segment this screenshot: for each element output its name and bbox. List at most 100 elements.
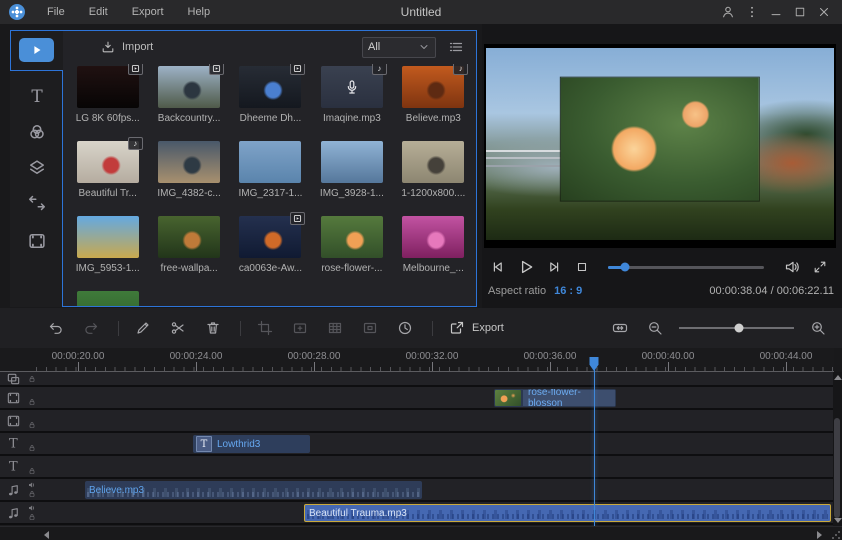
vertical-scrollbar[interactable] [833,372,842,526]
sidebar-tab-overlays[interactable] [26,157,48,179]
lock-icon[interactable] [28,398,36,406]
lock-icon[interactable] [28,421,36,429]
duration-button[interactable] [395,318,415,338]
timeline-clip[interactable]: Believe.mp3 [85,481,422,499]
resize-grip-icon[interactable] [831,530,840,539]
app-logo-icon [9,4,25,20]
media-filter-dropdown[interactable]: All [362,37,436,58]
scroll-up-arrow-icon[interactable] [834,375,842,380]
media-item[interactable]: Dheeme Dh... [233,64,307,139]
preview-panel: Aspect ratio 16 : 9 00:00:38.04 / 00:06:… [482,24,842,308]
next-frame-button[interactable] [542,257,566,277]
zoom-in-button[interactable] [808,318,828,338]
media-item[interactable]: IMG_3928-1... [315,139,389,214]
menu-edit[interactable]: Edit [77,6,120,18]
media-thumbnail [77,291,139,306]
timeline-track-pip[interactable] [0,372,834,387]
media-thumbnail [239,66,301,108]
playhead-line[interactable] [594,366,595,526]
fullscreen-button[interactable] [808,257,832,277]
stop-button[interactable] [570,257,594,277]
media-item[interactable]: IMG_2317-1... [233,139,307,214]
lock-icon[interactable] [28,513,36,521]
menu-export[interactable]: Export [120,6,176,18]
account-icon[interactable] [718,3,738,21]
seek-handle[interactable] [621,263,630,272]
media-item[interactable]: Melbourne_... [396,214,470,289]
media-item[interactable]: IMG_5953-1... [71,214,145,289]
horizontal-scrollbar[interactable] [0,526,842,540]
import-button[interactable]: Import [101,40,153,54]
list-view-button[interactable] [448,38,466,56]
sidebar: T [10,30,63,307]
scroll-left-arrow-icon[interactable] [44,531,49,539]
mosaic-button [325,318,345,338]
toolbar-separator [240,321,241,336]
sidebar-tab-transitions[interactable] [26,192,48,214]
zoom-button [290,318,310,338]
timeline-zoom-handle[interactable] [734,324,743,333]
note-track-icon [6,482,21,497]
lock-icon[interactable] [28,375,36,383]
aspect-ratio-value[interactable]: 16 : 9 [554,285,582,297]
timeline-track-text[interactable]: T [0,456,834,479]
speaker-icon[interactable] [28,504,36,512]
media-item[interactable]: ♪Believe.mp3 [396,64,470,139]
export-button[interactable]: Export [449,320,504,336]
seek-slider[interactable] [608,266,764,269]
scroll-down-arrow-icon[interactable] [834,518,842,523]
media-item[interactable]: ♪Beautiful Tr... [71,139,145,214]
play-button[interactable] [514,257,538,277]
sidebar-tab-elements[interactable] [26,230,48,252]
vertical-scroll-thumb[interactable] [834,418,840,518]
preview-pip-overlay[interactable] [561,78,759,201]
media-item[interactable]: ca0063e-Aw... [233,214,307,289]
panel-border-left [10,30,11,71]
media-item[interactable]: Backcountry... [152,64,226,139]
fit-timeline-button[interactable] [610,318,630,338]
timeline-track-video[interactable] [0,410,834,433]
speaker-icon[interactable] [28,481,36,489]
timeline-ruler[interactable]: 00:00:20.0000:00:24.0000:00:28.0000:00:3… [0,348,834,372]
scroll-right-arrow-icon[interactable] [817,531,822,539]
lock-icon[interactable] [28,444,36,452]
zoom-out-button[interactable] [645,318,665,338]
minimize-button[interactable] [766,3,786,21]
timeline-clip[interactable]: rose-flower-blosson [494,389,616,407]
panel-border-right [476,30,477,307]
media-item[interactable]: ♪Imaqine.mp3 [315,64,389,139]
maximize-button[interactable] [790,3,810,21]
media-item[interactable]: 1-1200x800.... [396,139,470,214]
media-item-name: IMG_4382-c... [157,188,220,199]
close-button[interactable] [814,3,834,21]
lock-icon[interactable] [28,490,36,498]
media-item-name: Beautiful Tr... [79,188,137,199]
timeline-clip[interactable]: TLowthrid3 [193,435,310,453]
split-button[interactable] [168,318,188,338]
undo-button[interactable] [46,318,66,338]
sidebar-tab-text[interactable]: T [26,86,48,108]
menu-file[interactable]: File [35,6,77,18]
timeline-track-video[interactable] [0,387,834,410]
volume-button[interactable] [780,257,804,277]
timeline-track-text[interactable]: T [0,433,834,456]
media-item[interactable]: rose-flower-... [315,214,389,289]
text-track-icon: T [9,459,18,474]
sidebar-tab-filters[interactable] [26,121,48,143]
media-item[interactable]: free-wallpa... [152,214,226,289]
preview-background-video [486,48,834,240]
menu-help[interactable]: Help [176,6,223,18]
kebab-menu-icon[interactable] [742,3,762,21]
previous-frame-button[interactable] [486,257,510,277]
timeline-clip[interactable]: Beautiful Trauma.mp3 [304,504,831,522]
edit-button[interactable] [133,318,153,338]
lock-icon[interactable] [28,467,36,475]
media-item[interactable]: IMG_4382-c... [152,139,226,214]
filters-icon [27,122,47,142]
sidebar-tab-media[interactable] [19,38,54,62]
media-item[interactable]: LG 8K 60fps... [71,64,145,139]
media-item-name: Believe.mp3 [406,113,461,124]
timeline-zoom-slider[interactable] [679,327,794,329]
media-item[interactable] [71,289,145,306]
delete-button[interactable] [203,318,223,338]
